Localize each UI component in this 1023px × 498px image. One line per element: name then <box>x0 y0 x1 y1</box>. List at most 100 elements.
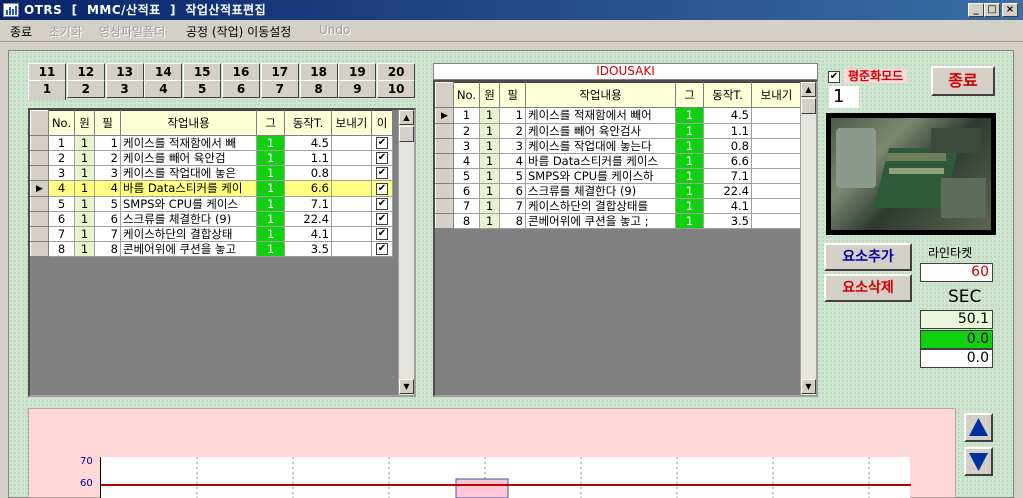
time-cell[interactable]: 7.1 <box>703 168 752 184</box>
tab-16[interactable]: 16 <box>222 63 260 81</box>
tab-7[interactable]: 7 <box>260 80 299 98</box>
right-task-grid[interactable]: No. 원 필 작업내용 그 동작T. 보내기 ▶ 1 1 1 케이스를 적재함에서 빼어 1 4.5 2 1… <box>433 80 818 397</box>
time-cell[interactable]: 3.5 <box>703 213 752 229</box>
row-selector[interactable] <box>30 135 49 151</box>
tab-6[interactable]: 6 <box>222 80 260 98</box>
send-cell[interactable] <box>331 211 372 227</box>
table-row[interactable]: 4 1 4 바름 Data스티커를 케이스 1 6.6 <box>435 153 802 169</box>
column-header[interactable]: 원 <box>479 82 500 108</box>
checkbox-icon[interactable]: ✔ <box>376 198 388 210</box>
move-checkbox-cell[interactable]: ✔ <box>371 150 393 166</box>
table-row[interactable]: 3 1 3 케이스를 작업대에 놓은 1 0.8 ✔ <box>30 165 393 181</box>
column-header[interactable]: No. <box>453 82 480 108</box>
time-cell[interactable]: 4.5 <box>703 107 752 124</box>
tab-11[interactable]: 11 <box>28 63 66 81</box>
tab-5[interactable]: 5 <box>183 80 222 98</box>
time-cell[interactable]: 1.1 <box>284 150 332 166</box>
task-cell[interactable]: 바름 Data스티커를 케이 <box>120 180 257 197</box>
scroll-up-icon[interactable]: ▲ <box>399 110 414 125</box>
time-cell[interactable]: 4.5 <box>284 135 332 151</box>
current-row-arrow-icon[interactable]: ▶ <box>435 107 454 124</box>
task-cell[interactable]: 케이스를 적재함에서 빼어 <box>525 107 676 124</box>
tab-15[interactable]: 15 <box>183 63 222 81</box>
scroll-down-icon[interactable]: ▼ <box>801 379 816 394</box>
table-row[interactable]: ▶ 4 1 4 바름 Data스티커를 케이 1 6.6 ✔ <box>30 180 393 197</box>
checkbox-icon[interactable]: ✔ <box>376 243 388 255</box>
menu-reset[interactable]: 초기화 <box>49 23 82 40</box>
row-selector[interactable] <box>435 168 454 184</box>
task-cell[interactable]: SMPS와 CPU를 케이스 <box>120 196 257 212</box>
task-cell[interactable]: 케이스를 작업대에 놓는다 <box>525 138 676 154</box>
checkbox-icon[interactable]: ✔ <box>376 182 388 195</box>
tab-18[interactable]: 18 <box>299 63 338 81</box>
maximize-icon[interactable]: □ <box>984 3 1000 17</box>
tab-20[interactable]: 20 <box>377 63 416 81</box>
send-cell[interactable] <box>751 213 802 229</box>
menu-exit[interactable]: 종료 <box>10 23 32 40</box>
tab-4[interactable]: 4 <box>144 80 183 98</box>
left-grid-scrollbar[interactable]: ▲ ▼ <box>398 110 414 395</box>
close-icon[interactable]: × <box>1002 3 1018 17</box>
time-cell[interactable]: 7.1 <box>284 196 332 212</box>
scroll-thumb[interactable] <box>801 98 816 114</box>
send-cell[interactable] <box>751 107 802 124</box>
send-cell[interactable] <box>751 198 802 214</box>
table-row[interactable]: 7 1 7 케이스하단의 결합상태 1 4.1 ✔ <box>30 226 393 242</box>
task-cell[interactable]: 바름 Data스티커를 케이스 <box>525 153 676 169</box>
send-cell[interactable] <box>331 180 372 197</box>
move-down-button[interactable] <box>964 447 993 476</box>
column-header[interactable]: 원 <box>74 110 95 136</box>
tab-9[interactable]: 9 <box>338 80 377 98</box>
time-cell[interactable]: 4.1 <box>703 198 752 214</box>
send-cell[interactable] <box>751 183 802 199</box>
delete-element-button[interactable]: 요소삭제 <box>824 274 912 302</box>
send-cell[interactable] <box>331 165 372 181</box>
table-row[interactable]: 5 1 5 SMPS와 CPU를 케이스하 1 7.1 <box>435 168 802 184</box>
task-cell[interactable]: SMPS와 CPU를 케이스하 <box>525 168 676 184</box>
column-header[interactable]: 보내기 <box>751 82 802 108</box>
send-cell[interactable] <box>751 153 802 169</box>
send-cell[interactable] <box>751 138 802 154</box>
table-row[interactable]: 2 1 2 케이스를 빼어 육안검 1 1.1 ✔ <box>30 150 393 166</box>
row-selector[interactable] <box>30 211 49 227</box>
move-checkbox-cell[interactable]: ✔ <box>371 180 393 197</box>
checkbox-icon[interactable]: ✔ <box>376 228 388 240</box>
row-selector[interactable] <box>30 196 49 212</box>
tab-14[interactable]: 14 <box>144 63 183 81</box>
column-header[interactable]: No. <box>48 110 75 136</box>
task-cell[interactable]: 콘베어위에 쿠션을 놓고 <box>120 241 257 257</box>
time-cell[interactable]: 6.6 <box>703 153 752 169</box>
send-cell[interactable] <box>331 150 372 166</box>
row-selector[interactable] <box>30 165 49 181</box>
send-cell[interactable] <box>751 168 802 184</box>
column-header[interactable]: 필 <box>94 110 121 136</box>
column-header[interactable]: 동작T. <box>703 82 752 108</box>
tab-1[interactable]: 1 <box>28 80 66 100</box>
minimize-icon[interactable]: _ <box>968 3 984 17</box>
move-checkbox-cell[interactable]: ✔ <box>371 165 393 181</box>
table-row[interactable]: 2 1 2 케이스를 빼어 육안검사 1 1.1 <box>435 123 802 139</box>
time-cell[interactable]: 3.5 <box>284 241 332 257</box>
time-cell[interactable]: 22.4 <box>284 211 332 227</box>
row-selector[interactable] <box>435 198 454 214</box>
checkbox-icon[interactable]: ✔ <box>376 152 388 164</box>
column-header[interactable]: 이 <box>371 110 393 136</box>
move-checkbox-cell[interactable]: ✔ <box>371 226 393 242</box>
row-selector[interactable] <box>435 138 454 154</box>
task-cell[interactable]: 케이스를 빼어 육안검 <box>120 150 257 166</box>
end-button[interactable]: 종료 <box>931 66 995 96</box>
move-checkbox-cell[interactable]: ✔ <box>371 241 393 257</box>
menu-process-move[interactable]: 공정 (작업) 이동설정 <box>186 23 291 40</box>
task-cell[interactable]: 케이스를 빼어 육안검사 <box>525 123 676 139</box>
menu-undo[interactable]: Undo <box>319 23 350 37</box>
row-selector[interactable] <box>435 153 454 169</box>
column-header[interactable]: 필 <box>499 82 526 108</box>
time-cell[interactable]: 0.8 <box>703 138 752 154</box>
column-header[interactable]: 그 <box>256 110 285 136</box>
move-checkbox-cell[interactable]: ✔ <box>371 196 393 212</box>
row-selector[interactable] <box>435 213 454 229</box>
tab-2[interactable]: 2 <box>66 80 105 98</box>
task-cell[interactable]: 스크류를 체결한다 (9) <box>525 183 676 199</box>
scroll-thumb[interactable] <box>399 126 414 142</box>
table-row[interactable]: 5 1 5 SMPS와 CPU를 케이스 1 7.1 ✔ <box>30 196 393 212</box>
